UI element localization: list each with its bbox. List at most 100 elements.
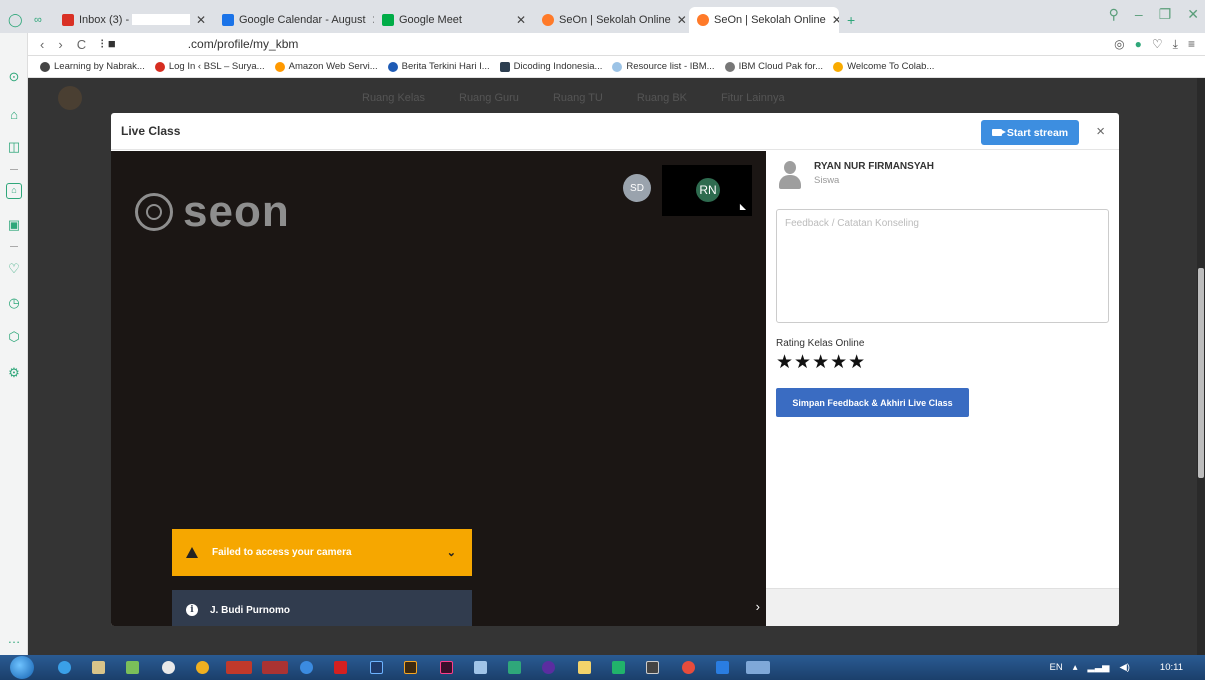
browser-sidebar: ⊙ ⌂ ◫ ⌂ ▣ ♡ ◷ ⬡ ⚙ …	[0, 33, 28, 655]
vpn-icon[interactable]: ●	[1135, 37, 1142, 52]
search-tabs-icon[interactable]: ⚲	[1109, 6, 1119, 23]
tab-label: Inbox (3) -	[79, 13, 130, 26]
participant-avatar-sd[interactable]: SD	[623, 174, 651, 202]
tab-meet[interactable]: Google Meet ✕	[374, 7, 534, 33]
volume-icon[interactable]: ◀)	[1119, 662, 1129, 673]
back-icon[interactable]: ‹	[40, 37, 44, 52]
download-icon[interactable]: ⤓	[1173, 37, 1178, 52]
page-scrollbar[interactable]	[1197, 78, 1205, 655]
nav-item[interactable]: Ruang BK	[637, 92, 687, 104]
whatsapp-icon[interactable]: ▣	[6, 217, 22, 233]
nav-item[interactable]: Ruang Kelas	[362, 92, 425, 104]
seon-icon	[542, 13, 554, 26]
chevron-right-icon[interactable]: ›	[756, 599, 760, 614]
app-icon[interactable]	[508, 661, 521, 674]
participant-tile-rn[interactable]: RN ◣	[662, 165, 752, 216]
tab-calendar[interactable]: Google Calendar - August ✕	[214, 7, 374, 33]
settings-icon[interactable]: ⚙	[6, 365, 22, 381]
nav-item[interactable]: Ruang Guru	[459, 92, 519, 104]
tab-seon-1[interactable]: SeOn | Sekolah Online ✕	[534, 7, 689, 33]
clock[interactable]: 10:11	[1160, 662, 1183, 673]
tray-arrow-icon[interactable]: ▴	[1073, 662, 1078, 673]
vscode-icon[interactable]	[716, 661, 729, 674]
bookmark-item[interactable]: Resource list - IBM...	[612, 61, 715, 72]
indesign-icon[interactable]	[440, 661, 453, 674]
camera-warning[interactable]: Failed to access your camera ⌄	[172, 529, 472, 576]
shopping-icon[interactable]: ⌂	[6, 107, 22, 123]
close-tab-icon[interactable]: ✕	[366, 13, 374, 27]
start-stream-button[interactable]: Start stream	[981, 120, 1079, 145]
bookmark-item[interactable]: Amazon Web Servi...	[274, 61, 378, 72]
app-icon[interactable]	[682, 661, 695, 674]
feedback-textarea[interactable]	[776, 209, 1109, 323]
photoshop-icon[interactable]	[370, 661, 383, 674]
star-rating[interactable]: ★★★★★	[776, 351, 866, 374]
nav-item[interactable]: Fitur Lainnya	[721, 92, 785, 104]
more-icon[interactable]: …	[6, 631, 22, 647]
chrome-icon[interactable]	[196, 661, 209, 674]
illustrator-icon[interactable]	[404, 661, 417, 674]
explorer-icon[interactable]	[92, 661, 105, 674]
language-indicator[interactable]: EN	[1050, 662, 1063, 673]
modal-title: Live Class	[121, 124, 181, 138]
bookmark-item[interactable]: IBM Cloud Pak for...	[724, 61, 823, 72]
video-camera-icon	[991, 129, 1006, 136]
opera-icon[interactable]	[226, 661, 252, 674]
opera-menu-icon[interactable]: ◯	[0, 7, 30, 33]
forward-icon[interactable]: ›	[58, 37, 62, 52]
app-icon[interactable]	[162, 661, 175, 674]
app-icon[interactable]	[474, 661, 487, 674]
app-icon[interactable]	[542, 661, 555, 674]
close-icon[interactable]: ×	[1096, 123, 1105, 140]
notes-icon[interactable]	[578, 661, 591, 674]
heart-icon[interactable]: ♡	[6, 261, 22, 277]
scroll-thumb[interactable]	[1198, 268, 1204, 478]
app-icon[interactable]	[746, 661, 770, 674]
home-icon[interactable]: ⌂	[6, 183, 22, 199]
meet-icon	[382, 13, 394, 26]
firefox-icon[interactable]	[300, 661, 313, 674]
terminal-icon[interactable]	[646, 661, 659, 674]
snapshot-icon[interactable]: ◎	[1114, 37, 1124, 52]
nav-item[interactable]: Ruang TU	[553, 92, 603, 104]
bookmark-item[interactable]: Log In ‹ BSL – Surya...	[154, 61, 265, 72]
close-window-button[interactable]: ✕	[1187, 6, 1199, 23]
extensions-icon[interactable]: ⬡	[6, 329, 22, 345]
url-text[interactable]: .com/profile/my_kbm	[188, 37, 299, 51]
bookmark-item[interactable]: Learning by Nabrak...	[40, 61, 145, 72]
minimize-button[interactable]: –	[1135, 6, 1143, 23]
new-tab-button[interactable]: +	[839, 7, 863, 33]
reload-icon[interactable]: C	[77, 37, 86, 52]
heart-icon[interactable]: ♡	[1152, 37, 1163, 52]
bookmark-item[interactable]: Berita Terkini Hari I...	[387, 61, 490, 72]
tab-seon-2[interactable]: SeOn | Sekolah Online ✕	[689, 6, 839, 33]
close-tab-icon[interactable]: ✕	[190, 13, 206, 27]
save-feedback-button[interactable]: Simpan Feedback & Akhiri Live Class	[776, 388, 969, 417]
bookmark-item[interactable]: Welcome To Colab...	[833, 61, 934, 72]
restore-button[interactable]: ❐	[1159, 6, 1172, 23]
close-tab-icon[interactable]: ✕	[826, 13, 839, 27]
site-info-icon[interactable]: ⁝ ■	[100, 36, 116, 52]
media-icon[interactable]	[126, 661, 139, 674]
bookmark-item[interactable]: Dicoding Indonesia...	[499, 61, 602, 72]
speed-dial-icon[interactable]: ⊙	[6, 69, 22, 85]
opera-window-icon[interactable]	[262, 661, 288, 674]
user-name: RYAN NUR FIRMANSYAH	[814, 161, 935, 172]
acrobat-icon[interactable]	[334, 661, 347, 674]
start-button[interactable]	[10, 656, 34, 679]
bookmark-icon	[274, 61, 285, 72]
close-tab-icon[interactable]: ✕	[510, 13, 526, 27]
network-icon[interactable]: ▂▃▅	[1088, 662, 1110, 673]
chevron-down-icon[interactable]: ⌄	[447, 546, 456, 559]
browser-tab-bar: ◯ ∞ Inbox (3) - ✕ Google Calendar - Augu…	[0, 0, 1205, 33]
easy-setup-icon[interactable]: ≡	[1188, 37, 1195, 52]
history-icon[interactable]: ◷	[6, 295, 22, 311]
close-tab-icon[interactable]: ✕	[671, 13, 687, 27]
tab-gmail[interactable]: Inbox (3) - ✕	[54, 7, 214, 33]
rating-label: Rating Kelas Online	[776, 338, 865, 349]
pycharm-icon[interactable]	[612, 661, 625, 674]
messenger-icon[interactable]: ◫	[6, 139, 22, 155]
ie-icon[interactable]	[58, 661, 71, 674]
user-info: RYAN NUR FIRMANSYAH Siswa	[776, 161, 934, 189]
tab-switcher-icon[interactable]: ∞	[30, 7, 54, 33]
